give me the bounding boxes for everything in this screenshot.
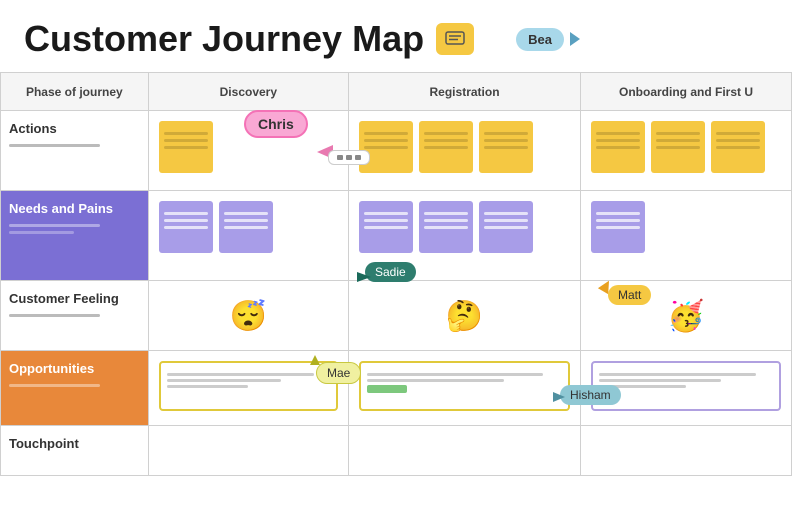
table-header-row: Phase of journey Discovery Registration … (1, 73, 792, 111)
sticky-note-purple (479, 201, 533, 253)
row-feeling: Customer Feeling 😴 🤔 🥳 (1, 281, 792, 351)
chat-button[interactable] (436, 23, 474, 55)
sticky-note (159, 121, 213, 173)
hisham-label: Hisham (560, 385, 621, 405)
opportunity-card-purple[interactable] (591, 361, 781, 411)
feeling-registration: 🤔 (349, 281, 581, 351)
needs-onboarding (581, 191, 792, 281)
row-touchpoint: Touchpoint (1, 426, 792, 476)
sticky-note (591, 121, 645, 173)
row-opportunities: Opportunities (1, 351, 792, 426)
bea-cursor-arrow (568, 30, 582, 48)
chris-comment-bubble (328, 150, 370, 165)
matt-label: Matt (608, 285, 651, 305)
header: Customer Journey Map Bea (0, 0, 792, 72)
phase-touchpoint: Touchpoint (1, 426, 149, 476)
bea-cursor-area: Bea (516, 28, 582, 51)
row-actions: Actions (1, 111, 792, 191)
opportunity-card[interactable] (359, 361, 570, 411)
sticky-note-purple (419, 201, 473, 253)
sadie-arrow (355, 270, 373, 289)
matt-arrow (598, 278, 614, 299)
page-title: Customer Journey Map (24, 18, 424, 60)
phase-needs: Needs and Pains (1, 191, 149, 281)
mae-label: Mae (316, 362, 361, 384)
feeling-discovery: 😴 (148, 281, 348, 351)
touchpoint-registration (349, 426, 581, 476)
phase-actions: Actions (1, 111, 149, 191)
actions-onboarding (581, 111, 792, 191)
hisham-arrow (551, 390, 567, 408)
sticky-note-purple (359, 201, 413, 253)
emoji-sleepy: 😴 (157, 289, 340, 334)
sticky-note (419, 121, 473, 173)
sticky-note (651, 121, 705, 173)
sticky-note-purple (159, 201, 213, 253)
sticky-note-purple (219, 201, 273, 253)
sticky-note-purple (591, 201, 645, 253)
sticky-note (711, 121, 765, 173)
emoji-thinking: 🤔 (357, 289, 572, 334)
sticky-note (359, 121, 413, 173)
page-container: Customer Journey Map Bea Phase of journe… (0, 0, 792, 528)
col-header-registration: Registration (349, 73, 581, 111)
needs-discovery (148, 191, 348, 281)
chris-label: Chris (244, 110, 308, 138)
touchpoint-onboarding (581, 426, 792, 476)
actions-registration (349, 111, 581, 191)
phase-feeling: Customer Feeling (1, 281, 149, 351)
touchpoint-discovery (148, 426, 348, 476)
opp-registration (349, 351, 581, 426)
col-header-discovery: Discovery (148, 73, 348, 111)
col-header-phase: Phase of journey (1, 73, 149, 111)
bea-label: Bea (516, 28, 564, 51)
col-header-onboarding: Onboarding and First U (581, 73, 792, 111)
phase-opportunities: Opportunities (1, 351, 149, 426)
mae-arrow (308, 353, 322, 372)
sticky-note (479, 121, 533, 173)
